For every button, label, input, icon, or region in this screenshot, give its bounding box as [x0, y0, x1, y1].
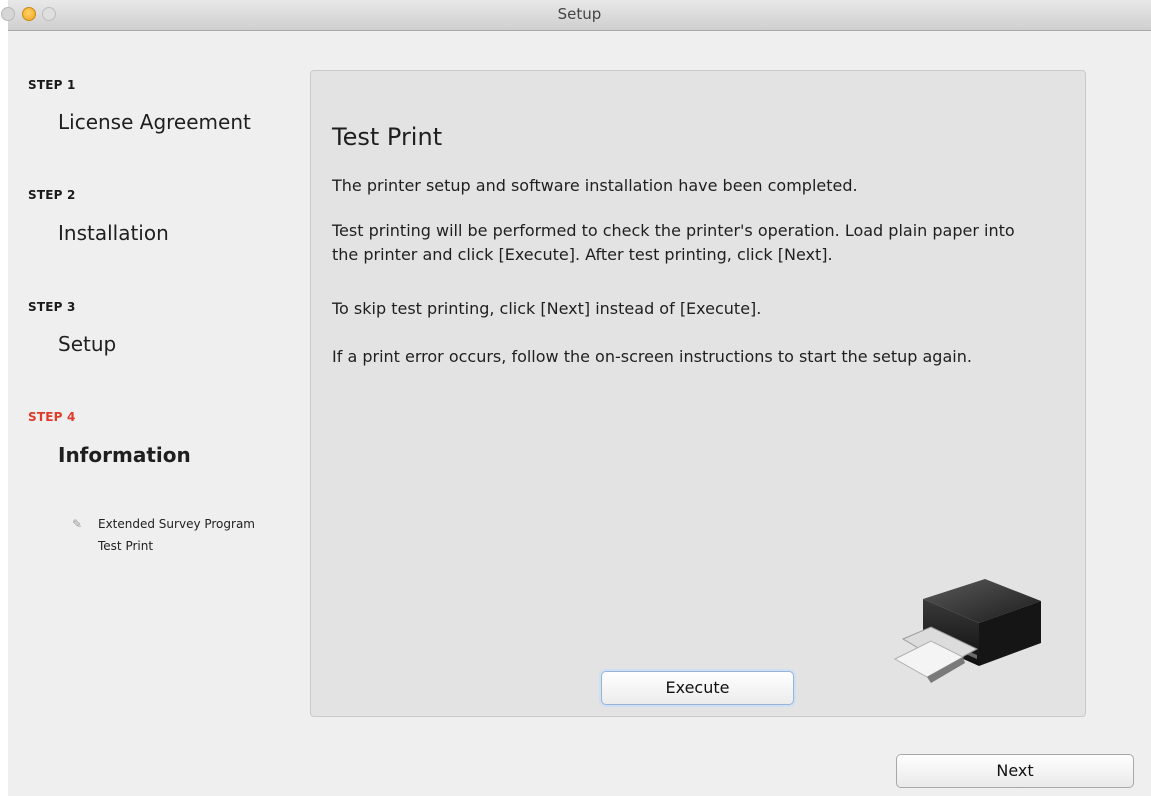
substep-label: Test Print: [98, 539, 154, 553]
substep-label: Extended Survey Program: [98, 517, 255, 531]
content-panel: Test Print The printer setup and softwar…: [310, 70, 1086, 717]
step-2-heading: STEP 2: [28, 188, 76, 202]
substep-item: Test Print: [70, 535, 300, 557]
execute-button[interactable]: Execute: [601, 671, 794, 705]
window-title: Setup: [557, 5, 602, 23]
title-bar: Setup: [1, 0, 1151, 31]
setup-window: Setup STEP 1 License Agreement STEP 2 In…: [1, 0, 1151, 796]
completion-text: The printer setup and software installat…: [332, 176, 858, 195]
substep-item: ✎ Extended Survey Program: [70, 513, 300, 535]
skip-instructions: To skip test printing, click [Next] inst…: [332, 299, 762, 318]
step-2-name: Installation: [58, 221, 169, 245]
step-3-name: Setup: [58, 332, 117, 356]
printer-icon: [893, 579, 1041, 683]
page-title: Test Print: [332, 123, 443, 151]
step-3-heading: STEP 3: [28, 300, 76, 314]
step-1-name: License Agreement: [58, 110, 251, 134]
steps-sidebar: STEP 1 License Agreement STEP 2 Installa…: [8, 31, 298, 731]
error-instructions: If a print error occurs, follow the on-s…: [332, 347, 972, 366]
step-4-name: Information: [58, 443, 191, 467]
test-print-instructions: Test printing will be performed to check…: [332, 221, 1015, 264]
substep-list: ✎ Extended Survey Program Test Print: [70, 513, 300, 557]
step-1-heading: STEP 1: [28, 78, 76, 92]
pencil-icon: ✎: [72, 517, 83, 531]
next-button[interactable]: Next: [896, 754, 1134, 788]
step-4-heading: STEP 4: [28, 410, 76, 424]
